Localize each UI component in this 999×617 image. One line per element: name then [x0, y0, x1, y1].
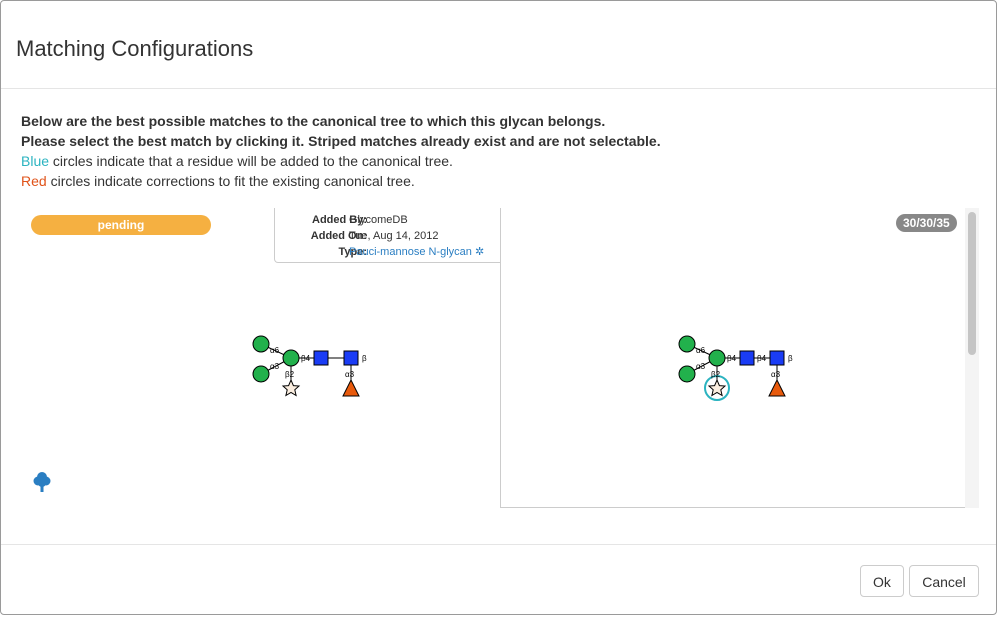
linkage-label: β2	[711, 370, 721, 379]
instructions: Below are the best possible matches to t…	[21, 111, 661, 191]
matching-configurations-dialog: Matching Configurations Below are the be…	[0, 0, 997, 615]
glycan-structure-left[interactable]: α6 α3 β4 β2 α3 β	[246, 331, 376, 401]
glcnac-residue	[739, 350, 755, 366]
linkage-label: β	[362, 354, 367, 363]
instruction-line-3-text: circles indicate that a residue will be …	[49, 153, 453, 169]
xylose-residue	[707, 378, 727, 397]
linkage-label: β2	[285, 370, 295, 379]
added-on-row: Added On: Tue, Aug 14, 2012	[275, 229, 500, 243]
pending-status-badge: pending	[31, 215, 211, 235]
mannose-residue	[282, 349, 300, 367]
type-link[interactable]: Pauci-mannose N-glycan	[349, 246, 472, 258]
red-keyword: Red	[21, 173, 47, 189]
instruction-line-4-text: circles indicate corrections to fit the …	[46, 173, 415, 189]
linkage-label: α3	[696, 362, 706, 371]
linkage-label: α3	[270, 362, 280, 371]
linkage-label: α3	[771, 370, 781, 379]
instruction-line-4: Red circles indicate corrections to fit …	[21, 171, 661, 191]
type-row: Type: Pauci-mannose N-glycan ✲	[275, 245, 500, 259]
match-counter-badge: 30/30/35	[896, 214, 957, 232]
added-by-row: Added By: GlycomeDB	[275, 213, 500, 227]
mannose-residue	[708, 349, 726, 367]
xylose-residue	[281, 378, 301, 397]
instruction-line-2: Please select the best match by clicking…	[21, 133, 661, 149]
glycan-info-box: Added By: GlycomeDB Added On: Tue, Aug 1…	[274, 208, 501, 263]
dialog-footer	[1, 544, 996, 614]
fucose-residue	[342, 378, 360, 397]
added-by-value: GlycomeDB	[349, 214, 408, 226]
fucose-residue	[768, 378, 786, 397]
mannose-residue	[678, 365, 696, 383]
dialog-title: Matching Configurations	[16, 36, 254, 61]
glcnac-residue	[769, 350, 785, 366]
mannose-residue	[252, 365, 270, 383]
gear-icon[interactable]: ✲	[475, 246, 484, 258]
linkage-label: β4	[301, 354, 311, 363]
glycan-structure-right[interactable]: α6 α3 β4 β4 β2 α3 β	[673, 331, 803, 403]
type-value[interactable]: Pauci-mannose N-glycan ✲	[349, 245, 484, 259]
canonical-tree-icon[interactable]	[33, 471, 51, 493]
cancel-button[interactable]: Cancel	[909, 565, 979, 597]
glcnac-residue	[343, 350, 359, 366]
linkage-label: α6	[270, 346, 280, 355]
linkage-label: α3	[345, 370, 355, 379]
added-on-value: Tue, Aug 14, 2012	[349, 230, 439, 242]
dialog-header: Matching Configurations	[1, 1, 996, 89]
mannose-residue	[252, 335, 270, 353]
glcnac-residue	[313, 350, 329, 366]
linkage-label: β4	[727, 354, 737, 363]
mannose-residue	[678, 335, 696, 353]
blue-keyword: Blue	[21, 153, 50, 169]
linkage-label: β	[788, 354, 793, 363]
instruction-line-3: Blue circles indicate that a residue wil…	[21, 151, 661, 171]
linkage-label: β4	[757, 354, 767, 363]
linkage-label: α6	[696, 346, 706, 355]
scrollbar-thumb[interactable]	[968, 212, 976, 355]
instruction-line-1: Below are the best possible matches to t…	[21, 113, 606, 129]
ok-button[interactable]: Ok	[860, 565, 904, 597]
